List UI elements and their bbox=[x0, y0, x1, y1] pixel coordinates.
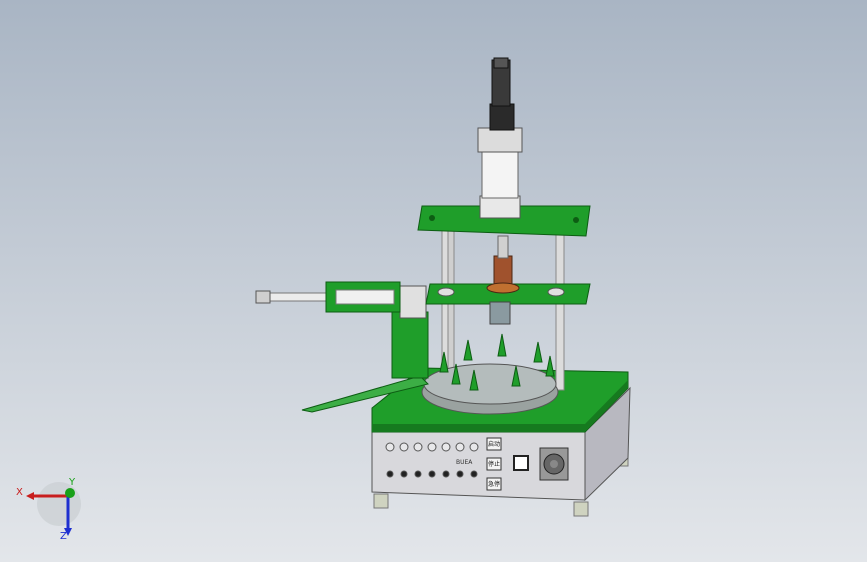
machine-foot bbox=[573, 501, 589, 517]
plate-hole bbox=[573, 217, 579, 223]
spindle-rod bbox=[497, 235, 509, 259]
panel-center-text: BUEA bbox=[456, 459, 473, 466]
power-switch[interactable] bbox=[513, 455, 529, 471]
z-axis-label: Z bbox=[60, 531, 67, 542]
plate-hole bbox=[429, 215, 435, 221]
start-button-label: 启动 bbox=[488, 440, 500, 448]
speed-dial-center bbox=[550, 460, 558, 468]
motor-mount bbox=[479, 195, 521, 219]
motor-housing bbox=[477, 127, 523, 153]
machine-foot bbox=[373, 493, 389, 509]
coordinate-triad: X Y Z bbox=[14, 476, 94, 546]
column-front-right bbox=[555, 224, 565, 391]
actuator-bracket-face bbox=[399, 285, 427, 319]
motor-top-nut bbox=[493, 57, 509, 69]
cad-viewport[interactable]: BUEA 启动 停止 急停 X Y Z bbox=[0, 0, 867, 562]
x-axis-label: X bbox=[16, 487, 23, 498]
spindle-collar bbox=[493, 255, 513, 287]
plate-bushing bbox=[437, 287, 455, 297]
plate-bushing bbox=[547, 287, 565, 297]
actuator-bracket bbox=[391, 311, 429, 379]
spindle-chuck bbox=[489, 301, 511, 325]
cylinder-rod bbox=[261, 292, 333, 302]
y-axis-label: Y bbox=[69, 477, 76, 488]
motor-neck bbox=[489, 103, 515, 131]
spindle-flange bbox=[486, 282, 520, 294]
cylinder-tip bbox=[255, 290, 271, 304]
stop-button-label: 停止 bbox=[488, 460, 500, 468]
triad-graphic bbox=[26, 482, 81, 536]
cylinder-barrel bbox=[335, 289, 395, 305]
rotary-assembly-machine-model[interactable]: BUEA 启动 停止 急停 bbox=[0, 0, 867, 562]
emergency-button-label: 急停 bbox=[488, 480, 500, 488]
